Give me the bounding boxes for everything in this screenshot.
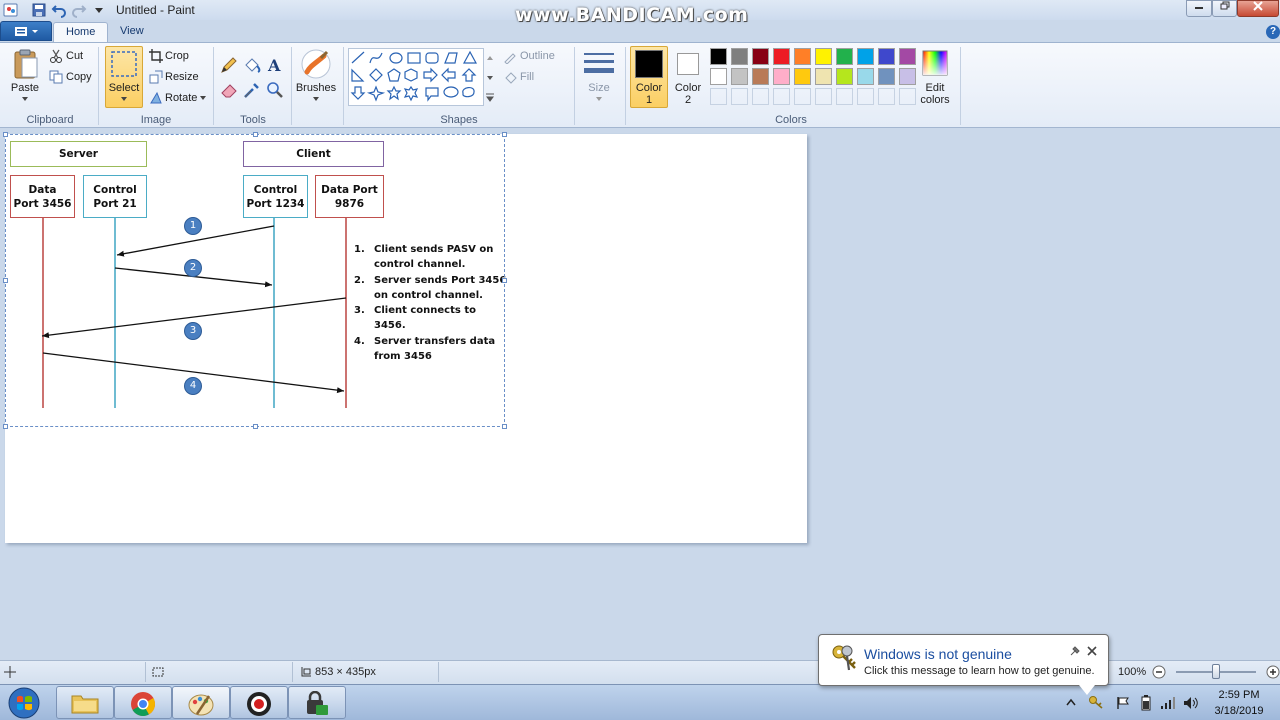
palette-swatch[interactable] [773,68,790,85]
key-tray-icon[interactable] [1088,694,1104,710]
size-dropdown-icon[interactable] [595,96,603,102]
palette-swatch[interactable] [794,48,811,65]
palette-swatch[interactable] [752,68,769,85]
taskbar-chrome[interactable] [114,686,172,719]
close-button[interactable] [1237,0,1279,17]
taskbar-paint[interactable] [172,686,230,719]
color1-label: Color [635,82,663,94]
zoom-slider-thumb[interactable] [1212,664,1220,679]
keys-icon [832,645,856,671]
palette-swatch[interactable] [794,68,811,85]
clock-time[interactable]: 2:59 PM [1214,689,1264,701]
color1-swatch [635,50,663,78]
palette-swatch[interactable] [857,48,874,65]
image-size-icon [301,667,311,677]
palette-swatch[interactable] [731,48,748,65]
edit-colors-label-1[interactable]: Edit [914,82,956,94]
selection-rectangle[interactable] [5,134,505,427]
selection-handle[interactable] [502,278,507,283]
outline-label[interactable]: Outline [520,50,555,62]
selection-handle[interactable] [502,132,507,137]
colors-group-label: Colors [775,114,807,126]
separator [625,47,626,125]
custom-color-slot[interactable] [878,88,895,105]
notification-tail [1079,685,1095,695]
color2-swatch[interactable] [677,53,699,75]
selection-handle[interactable] [253,132,258,137]
custom-color-slot[interactable] [836,88,853,105]
custom-color-slot[interactable] [731,88,748,105]
color2-number[interactable]: 2 [669,94,707,106]
size-icon[interactable] [583,50,615,78]
zoom-out-icon[interactable] [1152,665,1166,679]
selection-size-icon [152,667,164,677]
selection-handle[interactable] [3,132,8,137]
palette-swatch[interactable] [878,48,895,65]
palette-swatch[interactable] [836,48,853,65]
folder-icon [71,695,99,714]
chrome-icon [131,692,156,717]
palette-swatch[interactable] [836,68,853,85]
selection-handle[interactable] [3,278,8,283]
size-label[interactable]: Size [580,82,618,94]
show-hidden-icons-icon[interactable] [1066,698,1076,706]
notification-message[interactable]: Click this message to learn how to get g… [864,665,1095,677]
separator [574,47,575,125]
status-divider [438,662,439,682]
palette-swatch[interactable] [710,68,727,85]
action-center-flag-icon[interactable] [1116,696,1130,710]
edit-colors-label-2[interactable]: colors [914,94,956,106]
security-app-icon [307,691,328,715]
taskbar-security-app[interactable] [288,686,346,719]
network-icon[interactable] [1160,696,1176,710]
notification-close-icon[interactable] [1086,645,1098,657]
custom-color-slot[interactable] [815,88,832,105]
bandicam-icon [247,692,271,716]
battery-icon[interactable] [1140,695,1152,711]
minimize-button[interactable] [1186,0,1212,17]
color1-number: 1 [645,94,653,106]
status-divider [292,662,293,682]
restore-button[interactable] [1212,0,1237,17]
palette-swatch[interactable] [752,48,769,65]
selection-handle[interactable] [3,424,8,429]
cursor-position-icon [4,666,16,678]
custom-color-slot[interactable] [710,88,727,105]
paint-icon [188,694,214,716]
minimize-icon [1195,7,1203,9]
restore-icon [1220,1,1229,10]
taskbar-bandicam[interactable] [230,686,288,719]
palette-swatch[interactable] [857,68,874,85]
palette-swatch[interactable] [899,48,916,65]
taskbar-file-explorer[interactable] [56,686,114,719]
selection-handle[interactable] [253,424,258,429]
palette-swatch[interactable] [815,48,832,65]
color2-label[interactable]: Color [669,82,707,94]
notification-title[interactable]: Windows is not genuine [864,646,1012,662]
palette-swatch[interactable] [815,68,832,85]
fill-label[interactable]: Fill [520,71,534,83]
windows-not-genuine-notification[interactable]: Windows is not genuine Click this messag… [818,634,1109,686]
image-size-text: 853 × 435px [315,666,376,678]
palette-swatch[interactable] [731,68,748,85]
custom-color-slot[interactable] [773,88,790,105]
separator [960,47,961,125]
palette-swatch[interactable] [878,68,895,85]
clock-date[interactable]: 3/18/2019 [1208,705,1270,717]
start-button[interactable] [6,686,42,720]
volume-icon[interactable] [1183,696,1199,710]
selection-handle[interactable] [502,424,507,429]
palette-swatch[interactable] [773,48,790,65]
help-icon[interactable]: ? [1266,25,1280,39]
status-divider [145,662,146,682]
zoom-in-icon[interactable] [1266,665,1280,679]
custom-color-slot[interactable] [752,88,769,105]
edit-colors-icon[interactable] [920,48,950,78]
notification-options-icon[interactable] [1069,645,1081,657]
custom-color-slot[interactable] [794,88,811,105]
palette-swatch[interactable] [710,48,727,65]
zoom-level: 100% [1118,666,1147,678]
custom-color-slot[interactable] [857,88,874,105]
close-icon [1253,1,1263,11]
